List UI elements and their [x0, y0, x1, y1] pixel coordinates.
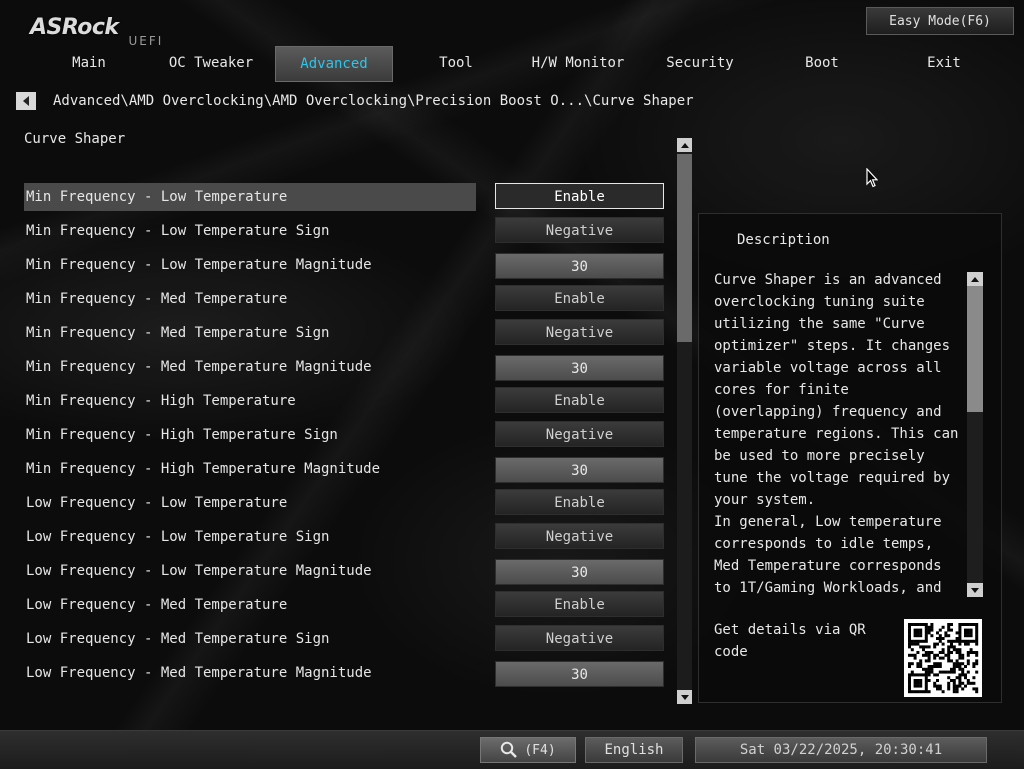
setting-option-button[interactable]: Enable [495, 387, 664, 413]
setting-row[interactable]: Min Frequency - Low Temperature Sign Nega… [24, 217, 666, 251]
setting-option-button[interactable]: Enable [495, 489, 664, 515]
setting-number-input[interactable]: 30 [495, 661, 664, 687]
setting-label: Low Frequency - Med Temperature Magnitud… [26, 665, 372, 681]
setting-label: Min Frequency - Low Temperature Magnitud… [26, 257, 372, 273]
setting-label: Min Frequency - High Temperature Sign [26, 427, 338, 443]
setting-row[interactable]: Low Frequency - Low Temperature Enable [24, 489, 666, 523]
setting-row[interactable]: Min Frequency - Med Temperature Magnitud… [24, 353, 666, 387]
tab-main[interactable]: Main [30, 46, 148, 82]
mouse-cursor-icon [866, 167, 879, 192]
setting-option-button[interactable]: Enable [495, 591, 664, 617]
setting-label: Min Frequency - High Temperature Magnitu… [26, 461, 381, 477]
setting-label: Min Frequency - Low Temperature [24, 183, 476, 211]
footer-bar: (F4) English Sat 03/22/2025, 20:30:41 [0, 730, 1024, 769]
qr-code [904, 619, 982, 697]
scroll-down-icon [680, 694, 689, 700]
scroll-up-button[interactable] [677, 138, 692, 152]
breadcrumb-path: Advanced\AMD Overclocking\AMD Overclocki… [53, 93, 694, 109]
setting-row[interactable]: Min Frequency - Med Temperature Sign Nega… [24, 319, 666, 353]
desc-scroll-up-button[interactable] [967, 272, 983, 286]
setting-label: Min Frequency - Med Temperature [26, 291, 288, 307]
setting-row[interactable]: Min Frequency - High Temperature Sign Neg… [24, 421, 666, 455]
setting-row[interactable]: Low Frequency - Med Temperature Sign Nega… [24, 625, 666, 659]
setting-row[interactable]: Min Frequency - Low Temperature Enable [24, 183, 666, 217]
setting-option-button[interactable]: Negative [495, 217, 664, 243]
setting-option-button[interactable]: Enable [495, 285, 664, 311]
scroll-up-icon [971, 276, 979, 282]
search-shortcut: (F4) [524, 742, 556, 758]
setting-label: Low Frequency - Low Temperature [26, 495, 288, 511]
setting-row[interactable]: Min Frequency - Med Temperature Enable [24, 285, 666, 319]
language-button[interactable]: English [585, 737, 683, 763]
setting-label: Min Frequency - Med Temperature Magnitud… [26, 359, 372, 375]
tab-boot[interactable]: Boot [763, 46, 881, 82]
back-arrow-icon [23, 96, 29, 106]
scroll-down-icon [971, 587, 979, 593]
desc-scroll-down-button[interactable] [967, 583, 983, 597]
tab-advanced[interactable]: Advanced [275, 46, 393, 82]
setting-number-input[interactable]: 30 [495, 355, 664, 381]
breadcrumb: Advanced\AMD Overclocking\AMD Overclocki… [16, 91, 694, 111]
description-text: Curve Shaper is an advanced overclocking… [714, 272, 959, 596]
scroll-down-button[interactable] [677, 690, 692, 704]
setting-row[interactable]: Min Frequency - High Temperature Enable [24, 387, 666, 421]
setting-label: Low Frequency - Low Temperature Sign [26, 529, 330, 545]
setting-label: Low Frequency - Med Temperature [26, 597, 288, 613]
section-title: Curve Shaper [24, 131, 126, 147]
tab-security[interactable]: Security [641, 46, 759, 82]
setting-number-input[interactable]: 30 [495, 457, 664, 483]
setting-option-button[interactable]: Enable [495, 183, 664, 209]
desc-scroll-thumb[interactable] [967, 286, 983, 412]
scroll-thumb[interactable] [677, 154, 692, 342]
setting-row[interactable]: Min Frequency - Low Temperature Magnitud… [24, 251, 666, 285]
easy-mode-button[interactable]: Easy Mode(F6) [866, 7, 1014, 35]
setting-row[interactable]: Low Frequency - Med Temperature Enable [24, 591, 666, 625]
setting-option-button[interactable]: Negative [495, 625, 664, 651]
description-panel: Description Curve Shaper is an advanced … [698, 213, 1002, 703]
search-icon [501, 741, 518, 758]
settings-list: Min Frequency - Low Temperature Enable Min… [24, 183, 666, 693]
tab-oc-tweaker[interactable]: OC Tweaker [152, 46, 270, 82]
description-title: Description [737, 232, 830, 248]
datetime-display: Sat 03/22/2025, 20:30:41 [695, 737, 987, 763]
setting-row[interactable]: Low Frequency - Med Temperature Magnitud… [24, 659, 666, 693]
tab-tool[interactable]: Tool [397, 46, 515, 82]
back-button[interactable] [16, 92, 36, 110]
setting-number-input[interactable]: 30 [495, 253, 664, 279]
setting-label: Low Frequency - Med Temperature Sign [26, 631, 330, 647]
settings-scrollbar[interactable] [677, 138, 692, 704]
setting-label: Min Frequency - Med Temperature Sign [26, 325, 330, 341]
scroll-up-icon [680, 142, 689, 148]
brand-name: ASRock [30, 15, 119, 40]
setting-row[interactable]: Low Frequency - Low Temperature Sign Nega… [24, 523, 666, 557]
qr-caption: Get details via QR code [714, 622, 866, 660]
asrock-logo: ASRock UEFI [30, 10, 163, 48]
main-tabs: Main OC Tweaker Advanced Tool H/W Monito… [30, 46, 980, 82]
setting-number-input[interactable]: 30 [495, 559, 664, 585]
setting-label: Low Frequency - Low Temperature Magnitud… [26, 563, 372, 579]
setting-option-button[interactable]: Negative [495, 523, 664, 549]
tab-hw-monitor[interactable]: H/W Monitor [519, 46, 637, 82]
setting-option-button[interactable]: Negative [495, 421, 664, 447]
setting-label: Min Frequency - High Temperature [26, 393, 296, 409]
setting-row[interactable]: Min Frequency - High Temperature Magnitu… [24, 455, 666, 489]
setting-row[interactable]: Low Frequency - Low Temperature Magnitud… [24, 557, 666, 591]
description-scrollbar[interactable] [967, 272, 983, 597]
setting-label: Min Frequency - Low Temperature Sign [26, 223, 330, 239]
setting-option-button[interactable]: Negative [495, 319, 664, 345]
search-button[interactable]: (F4) [480, 737, 576, 763]
tab-exit[interactable]: Exit [885, 46, 1003, 82]
